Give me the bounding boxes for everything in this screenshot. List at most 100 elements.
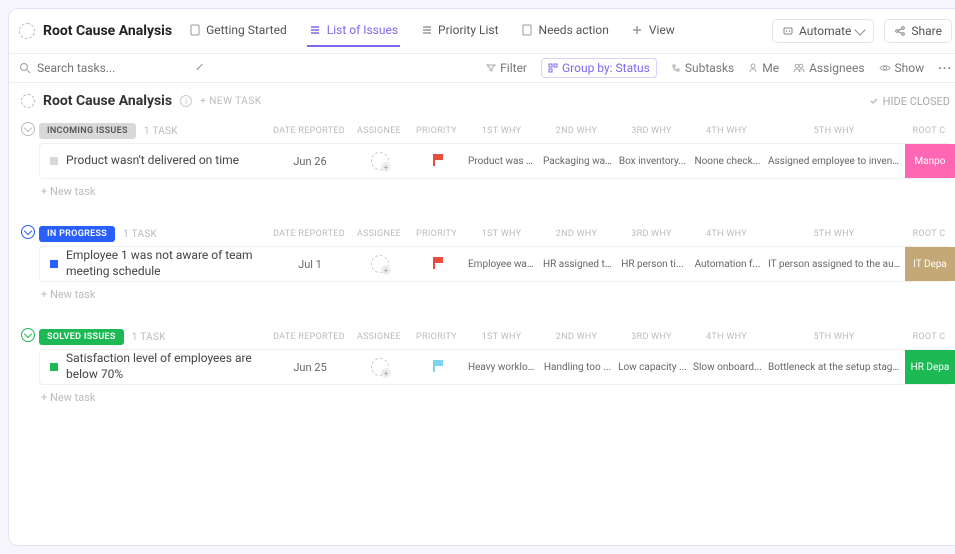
add-task-button[interactable]: + New task [39, 179, 952, 204]
task-why4[interactable]: Automation f... [690, 259, 765, 270]
col-priority[interactable]: PRIORITY [409, 126, 464, 136]
group-by-button[interactable]: Group by: Status [541, 58, 657, 78]
chevron-down-icon[interactable] [196, 63, 202, 69]
task-why1[interactable]: Employee was not ... [465, 259, 540, 270]
toolbar-right: Filter Group by: Status Subtasks Me [486, 58, 952, 78]
flag-icon [433, 257, 443, 269]
col-why2[interactable]: 2ND WHY [539, 229, 614, 239]
task-row[interactable]: Employee 1 was not aware of team meeting… [39, 246, 952, 282]
task-row[interactable]: Product wasn't delivered on time Jun 26 … [39, 143, 952, 179]
col-why1[interactable]: 1ST WHY [464, 229, 539, 239]
col-why1[interactable]: 1ST WHY [464, 126, 539, 136]
task-why2[interactable]: HR assigned t... [540, 259, 615, 270]
col-root[interactable]: ROOT C [904, 332, 954, 342]
show-button[interactable]: Show [879, 61, 925, 75]
hide-closed-button[interactable]: HIDE CLOSED [869, 95, 950, 108]
task-why1[interactable]: Heavy workload [465, 362, 540, 373]
col-root[interactable]: ROOT C [904, 229, 954, 239]
info-icon[interactable]: i [180, 95, 192, 107]
col-assignee[interactable]: ASSIGNEE [349, 229, 409, 239]
tab-add-view[interactable]: View [629, 15, 677, 47]
task-why5[interactable]: Assigned employee to inventory che... [765, 156, 905, 167]
group-collapse-toggle[interactable] [21, 122, 35, 136]
group-status-badge[interactable]: SOLVED ISSUES [39, 329, 124, 345]
task-priority[interactable] [410, 154, 465, 169]
task-why4[interactable]: Noone check... [690, 156, 765, 167]
task-assignee[interactable] [350, 358, 410, 376]
col-date[interactable]: DATE REPORTED [269, 229, 349, 239]
col-why3[interactable]: 3RD WHY [614, 229, 689, 239]
col-why4[interactable]: 4TH WHY [689, 126, 764, 136]
tab-list-of-issues[interactable]: List of Issues [307, 15, 400, 47]
task-why3[interactable]: Box inventory... [615, 156, 690, 167]
group-status-badge[interactable]: INCOMING ISSUES [39, 123, 136, 139]
me-button[interactable]: Me [748, 61, 779, 75]
task-why3[interactable]: Low capacity ... [615, 362, 690, 373]
page-title: Root Cause Analysis [43, 23, 172, 39]
task-date[interactable]: Jul 1 [270, 258, 350, 271]
task-why5[interactable]: Bottleneck at the setup stage of onb... [765, 362, 905, 373]
add-task-button[interactable]: + New task [39, 282, 952, 307]
col-why3[interactable]: 3RD WHY [614, 126, 689, 136]
tab-needs-action[interactable]: Needs action [519, 15, 611, 47]
col-date[interactable]: DATE REPORTED [269, 332, 349, 342]
task-name-cell[interactable]: Employee 1 was not aware of team meeting… [40, 248, 270, 279]
assignees-button[interactable]: Assignees [793, 61, 864, 75]
task-date[interactable]: Jun 26 [270, 155, 350, 168]
assignee-add-icon[interactable] [371, 152, 389, 170]
list-header: Root Cause Analysis i + NEW TASK HIDE CL… [9, 83, 955, 119]
col-why5[interactable]: 5TH WHY [764, 332, 904, 342]
assignee-add-icon[interactable] [371, 358, 389, 376]
col-root[interactable]: ROOT C [904, 126, 954, 136]
task-group: INCOMING ISSUES 1 TASK DATE REPORTED ASS… [39, 119, 952, 204]
col-why3[interactable]: 3RD WHY [614, 332, 689, 342]
group-icon [548, 63, 558, 73]
group-status-badge[interactable]: IN PROGRESS [39, 226, 115, 242]
col-why2[interactable]: 2ND WHY [539, 332, 614, 342]
tab-getting-started[interactable]: Getting Started [186, 15, 289, 47]
task-priority[interactable] [410, 257, 465, 272]
task-name-cell[interactable]: Product wasn't delivered on time [40, 153, 270, 169]
tab-priority-list[interactable]: Priority List [418, 15, 500, 47]
task-root-cause[interactable]: Manpo [905, 144, 955, 178]
share-button[interactable]: Share [884, 19, 952, 43]
task-why2[interactable]: Packaging wa... [540, 156, 615, 167]
col-priority[interactable]: PRIORITY [409, 332, 464, 342]
toolbar: Filter Group by: Status Subtasks Me [9, 54, 955, 83]
col-why4[interactable]: 4TH WHY [689, 332, 764, 342]
task-why1[interactable]: Product was not re... [465, 156, 540, 167]
task-why3[interactable]: HR person ti... [615, 259, 690, 270]
task-name: Product wasn't delivered on time [66, 153, 239, 169]
task-why5[interactable]: IT person assigned to the automatio... [765, 259, 905, 270]
check-icon [869, 96, 879, 106]
task-why4[interactable]: Slow onboard... [690, 362, 765, 373]
task-date[interactable]: Jun 25 [270, 361, 350, 374]
subtasks-button[interactable]: Subtasks [671, 61, 734, 75]
col-why4[interactable]: 4TH WHY [689, 229, 764, 239]
group-collapse-toggle[interactable] [21, 225, 35, 239]
col-priority[interactable]: PRIORITY [409, 229, 464, 239]
task-why2[interactable]: Handling too ... [540, 362, 615, 373]
col-why2[interactable]: 2ND WHY [539, 126, 614, 136]
col-why1[interactable]: 1ST WHY [464, 332, 539, 342]
col-why5[interactable]: 5TH WHY [764, 126, 904, 136]
task-assignee[interactable] [350, 255, 410, 273]
more-button[interactable]: ··· [938, 61, 952, 75]
col-date[interactable]: DATE REPORTED [269, 126, 349, 136]
group-collapse-toggle[interactable] [21, 328, 35, 342]
task-root-cause[interactable]: HR Depa [905, 350, 955, 384]
col-assignee[interactable]: ASSIGNEE [349, 126, 409, 136]
new-task-button[interactable]: + NEW TASK [200, 96, 261, 107]
task-row[interactable]: Satisfaction level of employees are belo… [39, 349, 952, 385]
add-task-button[interactable]: + New task [39, 385, 952, 410]
automate-button[interactable]: Automate [772, 19, 874, 43]
task-assignee[interactable] [350, 152, 410, 170]
task-priority[interactable] [410, 360, 465, 375]
task-name-cell[interactable]: Satisfaction level of employees are belo… [40, 351, 270, 382]
col-assignee[interactable]: ASSIGNEE [349, 332, 409, 342]
search-input[interactable] [37, 61, 193, 75]
filter-button[interactable]: Filter [486, 61, 527, 75]
col-why5[interactable]: 5TH WHY [764, 229, 904, 239]
assignee-add-icon[interactable] [371, 255, 389, 273]
task-root-cause[interactable]: IT Depa [905, 247, 955, 281]
